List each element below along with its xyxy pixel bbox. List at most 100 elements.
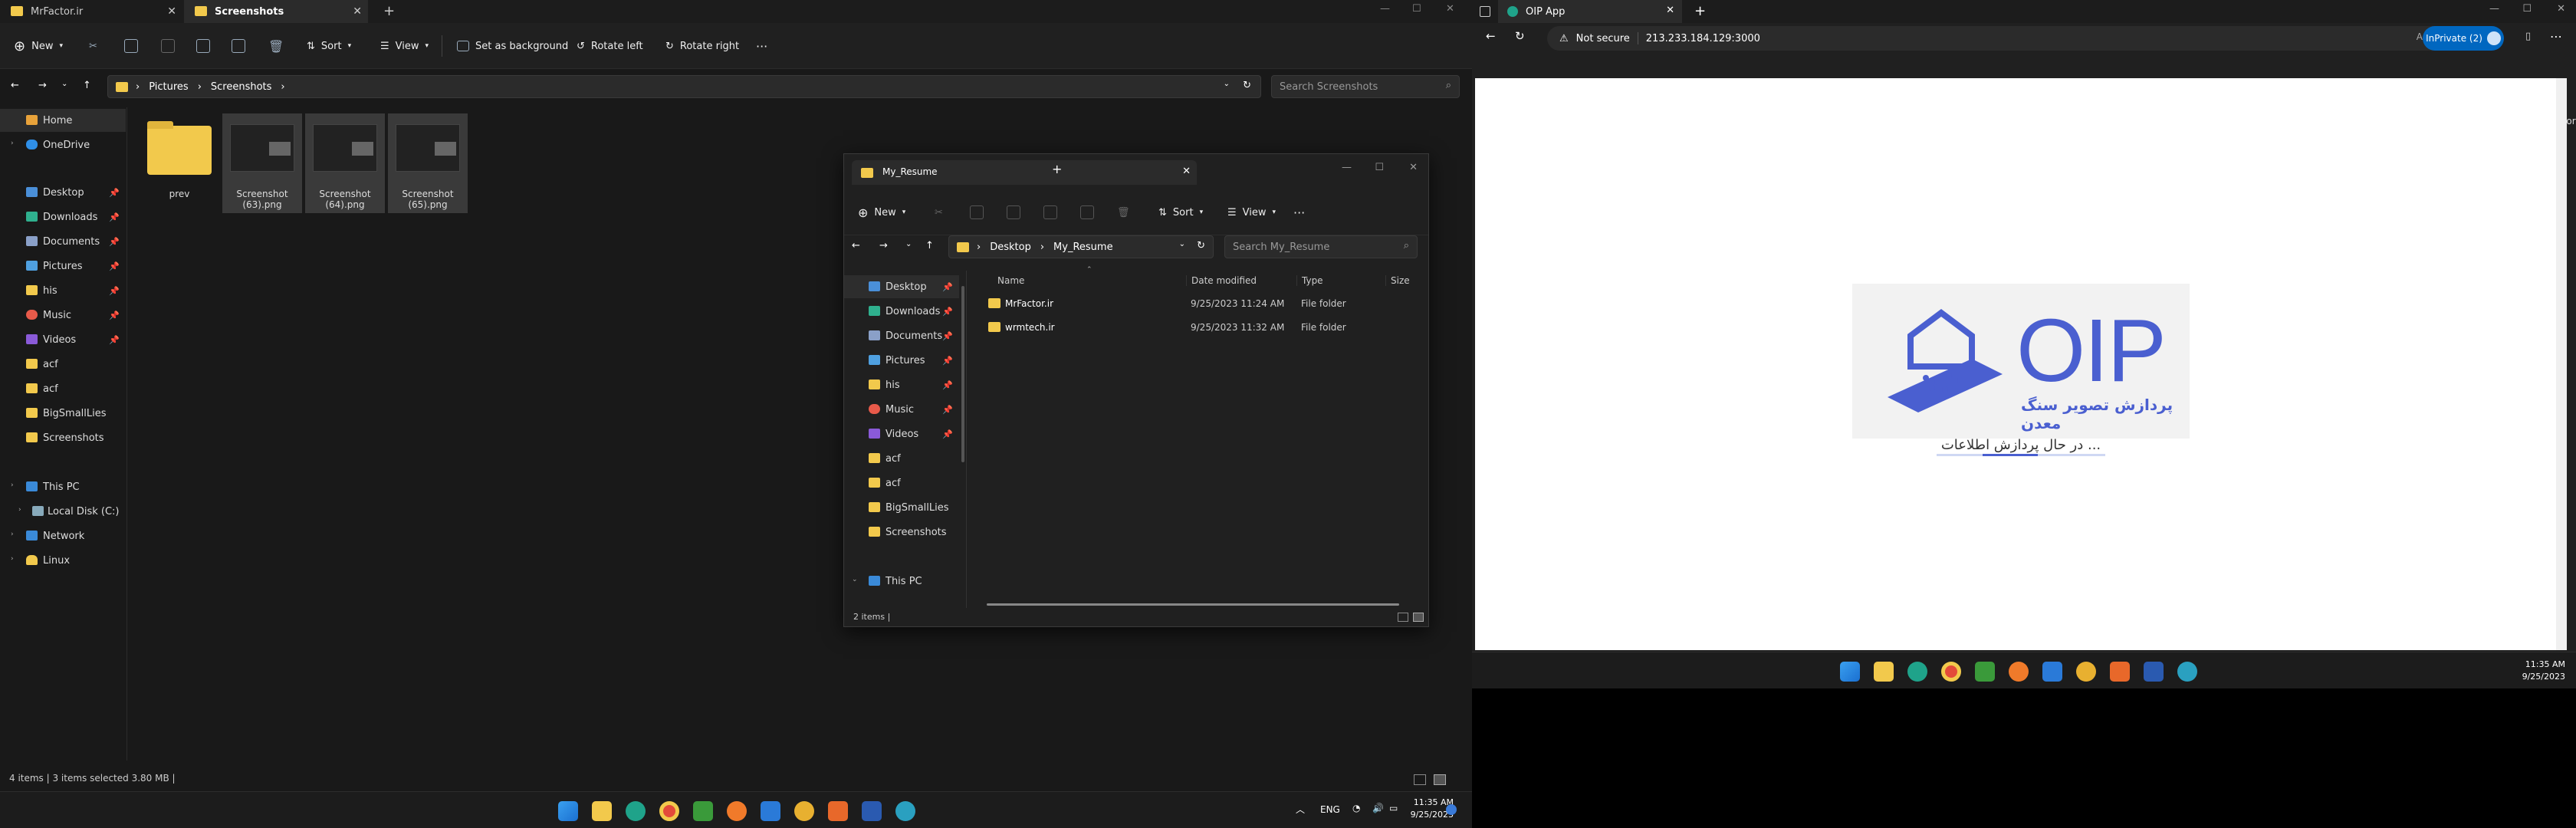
pin-icon[interactable]: 📌 — [942, 405, 953, 415]
nav-item-pictures[interactable]: Pictures 📌 — [844, 349, 959, 372]
details-view-icon[interactable] — [1398, 613, 1408, 622]
new-button[interactable]: ⊕ New ▾ — [14, 23, 63, 69]
recent-chevron-icon[interactable]: ⌄ — [905, 240, 912, 248]
nav-item-downloads[interactable]: Downloads 📌 — [0, 205, 126, 228]
expand-chevron-icon[interactable]: › — [11, 140, 14, 147]
cut-icon[interactable]: ✂ — [89, 23, 97, 69]
address-bar[interactable]: › Pictures › Screenshots › ⌄ ↻ — [107, 75, 1261, 98]
vscode-icon[interactable] — [2042, 662, 2062, 682]
file-item-prev[interactable]: prev — [140, 113, 219, 213]
more-menu-icon[interactable]: ⋯ — [2550, 29, 2562, 44]
delete-icon[interactable]: 🗑 — [268, 23, 284, 69]
chrome-canary-icon[interactable] — [2076, 662, 2096, 682]
address-dropdown-icon[interactable]: ⌄ — [1179, 240, 1185, 248]
share-icon[interactable] — [232, 23, 245, 69]
inprivate-badge[interactable]: InPrivate (2) — [2423, 26, 2504, 51]
expand-chevron-icon[interactable]: › — [11, 555, 14, 563]
nav-item-acf-2[interactable]: acf — [0, 377, 126, 400]
rename-icon[interactable] — [1043, 189, 1057, 235]
pin-icon[interactable]: 📌 — [942, 380, 953, 390]
nav-item-onedrive[interactable]: › OneDrive — [0, 133, 126, 156]
close-window-icon[interactable]: ✕ — [2557, 3, 2565, 15]
nav-item-home[interactable]: Home — [0, 109, 126, 132]
table-row[interactable]: wrmtech.ir 9/25/2023 11:32 AM File folde… — [974, 316, 1421, 339]
minimize-icon[interactable]: — — [2489, 3, 2499, 15]
rotate-right-button[interactable]: ↻ Rotate right — [665, 23, 739, 69]
sort-button[interactable]: ⇅ Sort ▾ — [307, 23, 351, 69]
column-header-date[interactable]: Date modified — [1186, 275, 1257, 286]
xampp-icon[interactable] — [828, 801, 848, 821]
xampp-icon[interactable] — [2110, 662, 2130, 682]
split-screen-icon[interactable]: ▯ — [2525, 31, 2531, 42]
clock[interactable]: 11:35 AM 9/25/2023 — [2507, 659, 2565, 683]
back-icon[interactable]: ← — [1486, 29, 1496, 43]
language-indicator[interactable]: ENG — [1320, 804, 1340, 815]
plus-icon[interactable]: + — [383, 3, 395, 19]
file-explorer-icon[interactable] — [1874, 662, 1894, 682]
sort-button[interactable]: ⇅ Sort ▾ — [1158, 189, 1203, 235]
pin-icon[interactable]: 📌 — [109, 188, 120, 198]
close-window-icon[interactable]: ✕ — [1446, 3, 1454, 15]
nav-item-videos[interactable]: Videos 📌 — [844, 422, 959, 445]
up-icon[interactable]: ↑ — [925, 240, 934, 251]
nav-item-network[interactable]: › Network — [0, 524, 126, 547]
nav-item-desktop[interactable]: Desktop 📌 — [0, 181, 126, 204]
edge-icon[interactable] — [1907, 662, 1927, 682]
search-input[interactable]: Search My_Resume ⌕ — [1224, 235, 1418, 258]
expand-chevron-icon[interactable]: › — [18, 506, 21, 514]
pin-icon[interactable]: 📌 — [109, 335, 120, 345]
read-aloud-icon[interactable]: A — [2417, 31, 2423, 42]
tab-my-resume[interactable]: My_Resume ✕ — [852, 160, 1197, 185]
file-item-screenshot-63[interactable]: Screenshot (63).png — [222, 113, 302, 213]
view-button[interactable]: ☰ View ▾ — [380, 23, 429, 69]
file-item-screenshot-65[interactable]: Screenshot (65).png — [388, 113, 468, 213]
minimize-icon[interactable]: — — [1342, 162, 1352, 173]
vscode-icon[interactable] — [761, 801, 780, 821]
chrome-canary-icon[interactable] — [794, 801, 814, 821]
breadcrumb-pictures[interactable]: Pictures — [149, 81, 188, 93]
refresh-icon[interactable]: ↻ — [1197, 240, 1205, 251]
nav-item-bigsmalllies[interactable]: BigSmallLies — [0, 402, 126, 425]
word-icon[interactable] — [2144, 662, 2164, 682]
tray-chevron-icon[interactable]: ︿ — [1296, 803, 1305, 816]
file-item-screenshot-64[interactable]: Screenshot (64).png — [305, 113, 385, 213]
maximize-icon[interactable]: ☐ — [2522, 3, 2532, 15]
breadcrumb-my-resume[interactable]: My_Resume — [1053, 242, 1113, 253]
forward-icon[interactable]: → — [879, 240, 888, 251]
pin-icon[interactable]: 📌 — [109, 261, 120, 271]
up-icon[interactable]: ↑ — [83, 80, 91, 91]
pin-icon[interactable]: 📌 — [942, 307, 953, 317]
volume-icon[interactable]: 🔊 — [1372, 803, 1384, 813]
nav-item-acf[interactable]: acf — [844, 447, 959, 470]
url-bar[interactable]: ⚠ Not secure 213.233.184.129:3000 A ☆ — [1547, 26, 2484, 51]
tiles-view-icon[interactable] — [1434, 774, 1446, 785]
start-icon[interactable] — [558, 801, 578, 821]
rotate-left-button[interactable]: ↺ Rotate left — [577, 23, 643, 69]
nav-item-screenshots[interactable]: Screenshots — [0, 426, 126, 449]
page-scrollbar[interactable] — [2556, 78, 2567, 650]
nav-item-documents[interactable]: Documents 📌 — [844, 324, 959, 347]
forward-icon[interactable]: → — [38, 80, 47, 91]
recent-chevron-icon[interactable]: ⌄ — [61, 80, 67, 88]
new-button[interactable]: ⊕ New ▾ — [858, 189, 905, 235]
pin-icon[interactable]: 📌 — [942, 282, 953, 292]
copy-icon[interactable] — [970, 189, 984, 235]
edge-dev-icon[interactable] — [895, 801, 915, 821]
search-input[interactable]: Search Screenshots ⌕ — [1271, 75, 1460, 98]
firefox-icon[interactable] — [727, 801, 747, 821]
nav-item-this-pc[interactable]: › This PC — [0, 475, 126, 498]
battery-icon[interactable]: ▭ — [1389, 803, 1398, 813]
view-button[interactable]: ☰ View ▾ — [1227, 189, 1276, 235]
expand-chevron-icon[interactable]: › — [11, 481, 14, 489]
breadcrumb-desktop[interactable]: Desktop — [990, 242, 1031, 253]
close-icon[interactable]: ✕ — [1182, 166, 1191, 177]
edge-dev-icon[interactable] — [2177, 662, 2197, 682]
back-icon[interactable]: ← — [852, 240, 860, 251]
close-icon[interactable]: ✕ — [1666, 5, 1674, 16]
nav-item-bigsmalllies[interactable]: BigSmallLies — [844, 496, 959, 519]
tab-screenshots[interactable]: Screenshots ✕ — [184, 0, 368, 23]
wifi-icon[interactable]: ◔ — [1352, 803, 1360, 813]
nav-item-documents[interactable]: Documents 📌 — [0, 230, 126, 253]
breadcrumb-screenshots[interactable]: Screenshots — [211, 81, 272, 93]
collapse-chevron-icon[interactable]: ⌄ — [852, 576, 858, 583]
